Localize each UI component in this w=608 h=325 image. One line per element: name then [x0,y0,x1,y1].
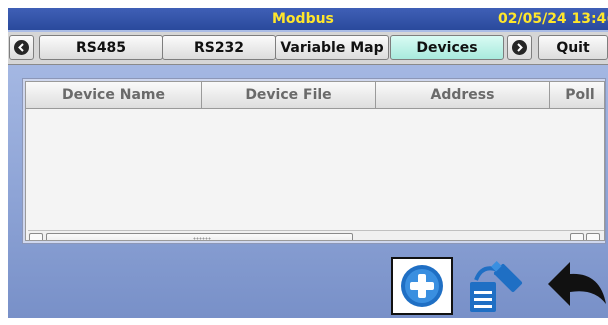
scroll-right-icon [587,238,599,241]
tab-rs232[interactable]: RS232 [162,35,276,60]
horizontal-scrollbar[interactable] [28,230,604,241]
column-header-device-file[interactable]: Device File [202,82,376,108]
devices-table[interactable]: Device Name Device File Address Poll [25,81,605,241]
devices-table-panel: Device Name Device File Address Poll [22,78,606,244]
scroll-left-button[interactable] [29,233,43,241]
table-body [26,109,604,229]
tab-rs485[interactable]: RS485 [39,35,163,60]
arrow-right-circle-icon [512,40,527,55]
scrollbar-thumb[interactable] [46,233,353,240]
add-device-button[interactable] [391,257,453,315]
tab-variable-map[interactable]: Variable Map [275,35,389,60]
tab-devices[interactable]: Devices [390,35,504,60]
back-button[interactable] [542,256,608,316]
bottom-toolbar [8,246,608,318]
title-bar: Modbus 02/05/24 13:4( [8,8,608,30]
scroll-left-icon [30,238,42,241]
arrow-left-circle-icon [14,40,29,55]
back-arrow-icon [548,262,606,306]
modbus-screen: Modbus 02/05/24 13:4( RS485 RS232 Variab… [8,8,608,318]
import-from-usb-icon [470,261,523,312]
tab-bar: RS485 RS232 Variable Map Devices Quit [8,32,608,65]
column-header-address[interactable]: Address [376,82,550,108]
page-title: Modbus [272,11,334,27]
date-time: 02/05/24 13:4( [498,11,608,27]
scroll-left-icon [571,238,583,241]
column-header-poll[interactable]: Poll [550,82,604,108]
table-header: Device Name Device File Address Poll [26,82,604,109]
scroll-left-end-button[interactable] [570,233,584,241]
tab-quit[interactable]: Quit [538,35,608,60]
scrollbar-grip [193,237,211,240]
tab-scroll-right-button[interactable] [507,35,532,60]
scroll-right-button[interactable] [586,233,600,241]
tab-scroll-left-button[interactable] [9,35,34,60]
column-header-device-name[interactable]: Device Name [26,82,202,108]
add-device-icon [401,265,443,307]
import-from-usb-button[interactable] [464,256,528,316]
